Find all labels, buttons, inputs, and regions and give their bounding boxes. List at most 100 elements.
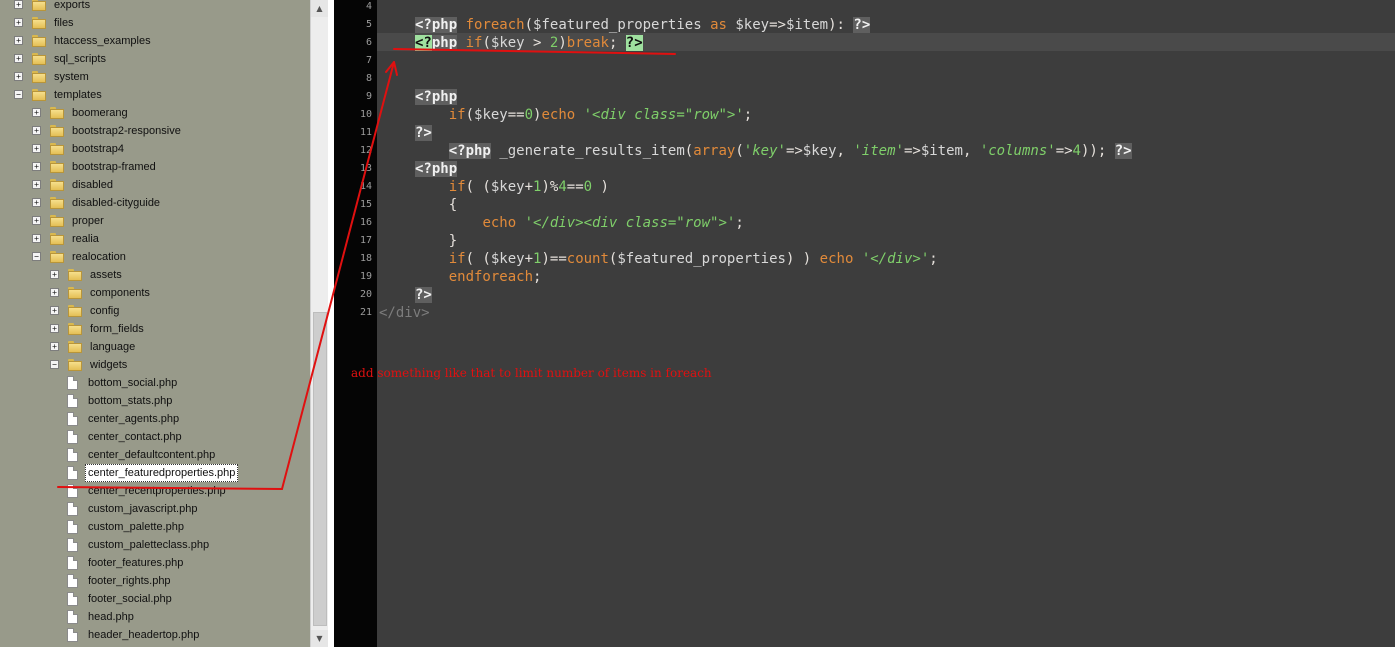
tree-folder-item[interactable]: + proper: [0, 212, 310, 230]
code-line[interactable]: <?php foreach($featured_properties as $k…: [415, 16, 871, 34]
tree-folder-item[interactable]: + form_fields: [0, 320, 310, 338]
code-token: $key: [474, 107, 508, 123]
tree-item-label: templates: [54, 89, 102, 101]
tree-file-item[interactable]: bottom_social.php: [0, 374, 310, 392]
expand-icon[interactable]: +: [32, 162, 41, 171]
code-token: ==: [507, 107, 525, 123]
tree-folder-item[interactable]: − realocation: [0, 248, 310, 266]
tree-folder-item[interactable]: + bootstrap-framed: [0, 158, 310, 176]
tree-file-item[interactable]: center_agents.php: [0, 410, 310, 428]
scroll-up-arrow-icon[interactable]: ▲: [311, 0, 328, 17]
code-line[interactable]: ?>: [415, 124, 432, 142]
code-line[interactable]: }: [415, 232, 457, 250]
tree-file-item[interactable]: center_contact.php: [0, 428, 310, 446]
line-number: 15: [359, 199, 372, 210]
tree-file-item[interactable]: custom_palette.php: [0, 518, 310, 536]
tree-file-item[interactable]: header_headertop.php: [0, 626, 310, 644]
expand-icon[interactable]: +: [14, 54, 23, 63]
code-token: 4: [1072, 143, 1081, 159]
expand-icon[interactable]: +: [14, 72, 23, 81]
tree-folder-item[interactable]: − templates: [0, 86, 310, 104]
expand-icon[interactable]: +: [32, 108, 41, 117]
code-token: $key: [735, 17, 770, 33]
code-line[interactable]: if( ($key+1)==count($featured_properties…: [415, 250, 938, 268]
expand-icon[interactable]: +: [14, 18, 23, 27]
code-line[interactable]: <?php: [415, 88, 458, 106]
expand-icon[interactable]: +: [50, 270, 59, 279]
code-line[interactable]: </div>: [379, 304, 430, 322]
folder-icon: [68, 359, 82, 371]
expand-icon[interactable]: +: [32, 216, 41, 225]
tree-folder-item[interactable]: + config: [0, 302, 310, 320]
code-line[interactable]: <?php _generate_results_item(array('key'…: [415, 142, 1132, 160]
expand-icon[interactable]: +: [32, 198, 41, 207]
code-line[interactable]: {: [415, 196, 457, 214]
code-line[interactable]: endforeach;: [415, 268, 542, 286]
expand-icon[interactable]: +: [14, 36, 23, 45]
code-line[interactable]: ?>: [415, 286, 432, 304]
expand-icon[interactable]: +: [32, 180, 41, 189]
tree-item-label: widgets: [90, 359, 128, 371]
tree-folder-item[interactable]: + exports: [0, 0, 310, 14]
code-line[interactable]: if($key==0)echo '<div class="row">';: [415, 106, 753, 124]
expand-icon[interactable]: +: [32, 144, 41, 153]
collapse-icon[interactable]: −: [32, 252, 41, 261]
file-icon: [67, 556, 78, 570]
expand-icon[interactable]: +: [50, 306, 59, 315]
tree-folder-item[interactable]: + disabled: [0, 176, 310, 194]
code-line[interactable]: echo '</div><div class="row">';: [415, 214, 743, 232]
code-line[interactable]: <?php: [415, 160, 458, 178]
code-token: <?php: [415, 161, 458, 177]
scroll-down-arrow-icon[interactable]: ▼: [311, 630, 328, 647]
tree-folder-item[interactable]: + realia: [0, 230, 310, 248]
expand-icon[interactable]: +: [32, 234, 41, 243]
tree-file-item[interactable]: center_recentproperties.php: [0, 482, 310, 500]
collapse-icon[interactable]: −: [50, 360, 59, 369]
code-editor[interactable]: 4 5 6 7 8 9 10 11 12 13 14 15 16 17 18 19 20 21 <?php for…: [334, 0, 1395, 647]
code-token: (: [465, 107, 475, 123]
tree-folder-item[interactable]: + boomerang: [0, 104, 310, 122]
tree-file-item[interactable]: custom_javascript.php: [0, 500, 310, 518]
tree-folder-item[interactable]: + htaccess_examples: [0, 32, 310, 50]
code-token: ) ): [785, 251, 820, 267]
tree-folder-item[interactable]: + disabled-cityguide: [0, 194, 310, 212]
tree-folder-item[interactable]: + bootstrap2-responsive: [0, 122, 310, 140]
tree-folder-item[interactable]: + sql_scripts: [0, 50, 310, 68]
code-token: 'item': [853, 143, 904, 159]
tree-folder-item[interactable]: + files: [0, 14, 310, 32]
tree-folder-item[interactable]: − widgets: [0, 356, 310, 374]
expand-icon[interactable]: +: [50, 342, 59, 351]
code-line[interactable]: <?php if($key > 2)break; ?>: [415, 34, 643, 52]
tree-file-item[interactable]: center_featuredproperties.php: [0, 464, 310, 482]
tree-scrollbar[interactable]: ▲ ▼: [310, 0, 328, 647]
code-line[interactable]: if( ($key+1)%4==0 ): [415, 178, 609, 196]
expand-icon[interactable]: +: [50, 324, 59, 333]
tree-file-item[interactable]: center_defaultcontent.php: [0, 446, 310, 464]
tree-file-item[interactable]: head.php: [0, 608, 310, 626]
tree-item-label: bootstrap2-responsive: [72, 125, 181, 137]
expand-icon[interactable]: +: [32, 126, 41, 135]
tree-item-label: boomerang: [72, 107, 128, 119]
tree-folder-item[interactable]: + assets: [0, 266, 310, 284]
tree-file-item[interactable]: custom_paletteclass.php: [0, 536, 310, 554]
tree-file-item[interactable]: footer_features.php: [0, 554, 310, 572]
tree-folder-item[interactable]: + system: [0, 68, 310, 86]
tree-file-item[interactable]: footer_rights.php: [0, 572, 310, 590]
scrollbar-thumb[interactable]: [313, 312, 327, 626]
tree-folder-item[interactable]: + bootstrap4: [0, 140, 310, 158]
tree-folder-item[interactable]: + language: [0, 338, 310, 356]
expand-icon[interactable]: +: [14, 0, 23, 9]
collapse-icon[interactable]: −: [14, 90, 23, 99]
tree-file-item[interactable]: footer_social.php: [0, 590, 310, 608]
code-token: ?>: [853, 17, 871, 33]
expand-icon[interactable]: +: [50, 288, 59, 297]
code-token: 4: [558, 179, 567, 195]
tree-file-item[interactable]: bottom_stats.php: [0, 392, 310, 410]
code-token: ): [558, 35, 567, 51]
file-tree-panel: + exports + files + htaccess_examples + sql_scr…: [0, 0, 310, 647]
code-token: ?>: [415, 287, 432, 303]
code-token: </div>: [379, 305, 430, 321]
tree-item-label: disabled: [72, 179, 113, 191]
line-number: 5: [365, 19, 372, 30]
tree-folder-item[interactable]: + components: [0, 284, 310, 302]
